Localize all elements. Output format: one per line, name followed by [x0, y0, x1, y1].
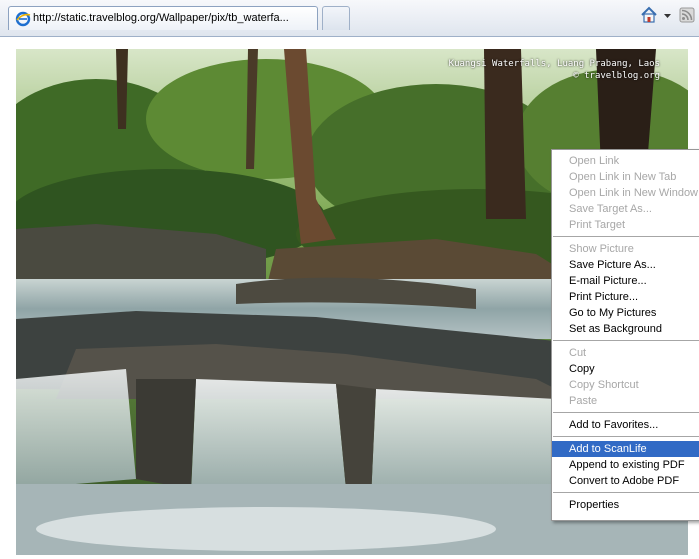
menu-item-copy[interactable]: Copy [552, 361, 699, 377]
tab-title: http://static.travelblog.org/Wallpaper/p… [33, 12, 289, 24]
active-tab[interactable]: http://static.travelblog.org/Wallpaper/p… [8, 6, 318, 30]
menu-separator [553, 340, 699, 341]
menu-item-open-link-in-new-window: Open Link in New Window [569, 187, 699, 199]
menu-item-properties[interactable]: Properties [552, 497, 699, 513]
rss-feed-button[interactable] [679, 7, 695, 28]
menu-item-convert-to-adobe-pdf[interactable]: Convert to Adobe PDF [552, 473, 699, 489]
menu-item-add-to-favorites[interactable]: Add to Favorites... [552, 417, 699, 433]
menu-separator [553, 236, 699, 237]
menu-item-go-to-my-pictures[interactable]: Go to My Pictures [552, 305, 699, 321]
new-tab-button[interactable] [322, 6, 350, 30]
ie-page-icon [15, 11, 31, 27]
menu-separator [553, 412, 699, 413]
menu-item-e-mail-picture[interactable]: E-mail Picture... [552, 273, 699, 289]
menu-separator [553, 436, 699, 437]
menu-item-save-picture-as[interactable]: Save Picture As... [552, 257, 699, 273]
menu-item-print-target: Print Target [569, 219, 626, 231]
rss-feed-icon [679, 7, 695, 28]
menu-item-set-as-background[interactable]: Set as Background [552, 321, 699, 337]
menu-item-copy-shortcut: Copy Shortcut [569, 379, 639, 391]
menu-item-cut: Cut [569, 347, 587, 359]
menu-item-open-link: Open Link [569, 155, 620, 167]
home-icon [640, 6, 658, 29]
menu-item-add-to-scanlife[interactable]: Add to ScanLife [552, 441, 699, 457]
photo-watermark: Kuangsi Waterfalls, Luang Prabang, Laos … [449, 58, 660, 82]
watermark-copyright: © travelblog.org [573, 71, 660, 81]
menu-item-save-target-as: Save Target As... [569, 203, 652, 215]
menu-item-show-picture: Show Picture [569, 243, 634, 255]
home-dropdown-button[interactable] [664, 8, 671, 26]
menu-item-open-link-in-new-tab: Open Link in New Tab [569, 171, 677, 183]
menu-separator [553, 492, 699, 493]
menu-item-print-picture[interactable]: Print Picture... [552, 289, 699, 305]
menu-item-append-to-existing-pdf[interactable]: Append to existing PDF [552, 457, 699, 473]
menu-item-paste: Paste [569, 395, 598, 407]
home-button[interactable] [640, 6, 658, 29]
browser-toolbar: http://static.travelblog.org/Wallpaper/p… [0, 0, 699, 37]
context-menu: Open Link Open Link in New Tab Open Link i… [551, 149, 699, 521]
dropdown-arrow-icon [664, 6, 671, 29]
watermark-caption: Kuangsi Waterfalls, Luang Prabang, Laos [448, 59, 660, 69]
